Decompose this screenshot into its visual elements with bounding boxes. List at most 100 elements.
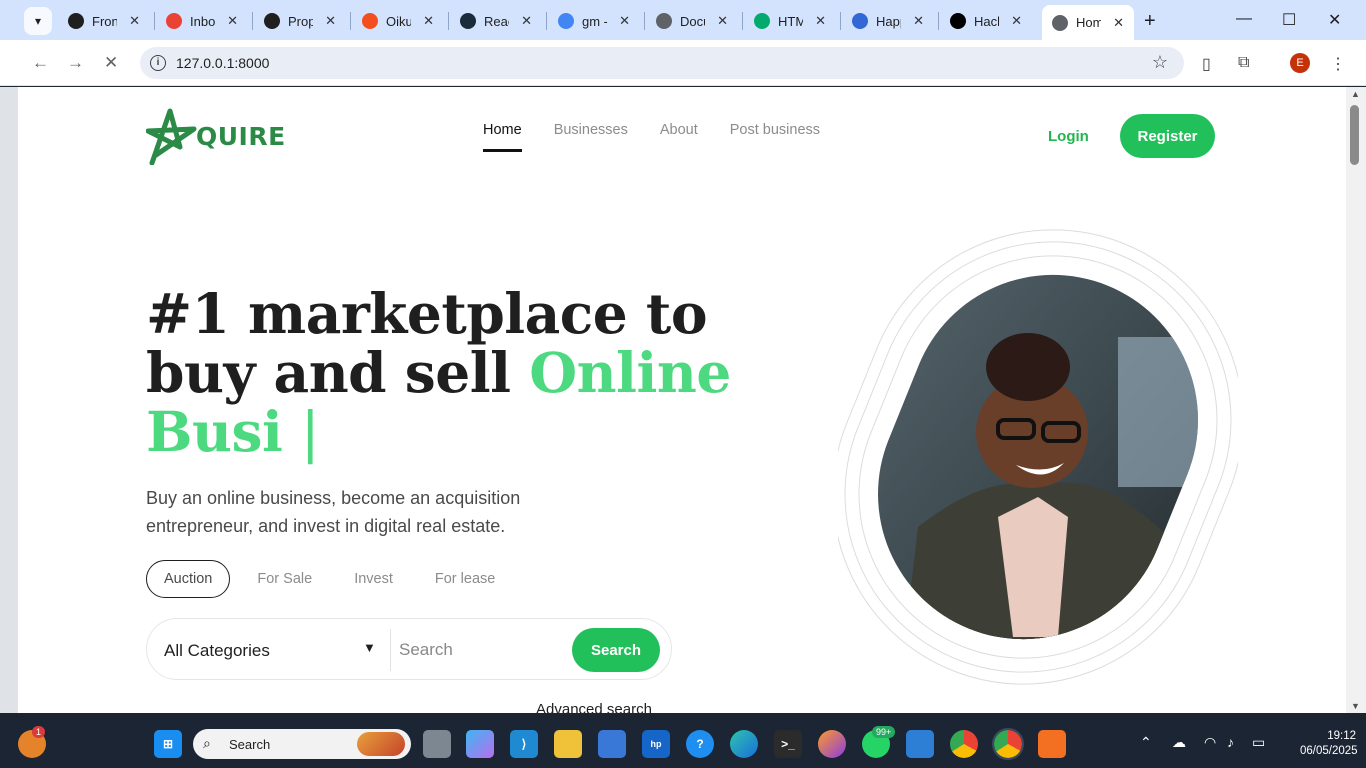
tab-search-button[interactable]: ▾ — [24, 7, 52, 35]
browser-tab[interactable]: Prope ✕ — [254, 8, 346, 34]
chrome-icon[interactable] — [950, 730, 978, 758]
close-tab-icon[interactable]: ✕ — [423, 13, 434, 29]
firefox-icon[interactable] — [818, 730, 846, 758]
nav-home[interactable]: Home — [483, 122, 522, 152]
back-icon[interactable]: ← — [32, 53, 49, 73]
search-bar: All Categories ▼ Search — [146, 618, 672, 680]
copilot-icon[interactable] — [466, 730, 494, 758]
browser-tab[interactable]: React ✕ — [450, 8, 542, 34]
close-window-icon[interactable]: ✕ — [1328, 10, 1341, 30]
browser-tab[interactable]: Front ✕ — [58, 8, 150, 34]
edge-icon[interactable] — [730, 730, 758, 758]
close-tab-icon[interactable]: ✕ — [1113, 15, 1124, 31]
system-clock[interactable]: 19:12 06/05/2025 — [1300, 729, 1358, 759]
browser-tab[interactable]: Happ ✕ — [842, 8, 934, 34]
tab-for-lease[interactable]: For lease — [418, 560, 512, 598]
onedrive-icon[interactable]: ☁ — [1172, 734, 1186, 751]
scroll-up-icon[interactable]: ▲ — [1351, 89, 1360, 99]
typing-caret: | — [301, 400, 320, 464]
terminal-icon[interactable]: >_ — [774, 730, 802, 758]
chevron-up-icon[interactable]: ⌃ — [1140, 734, 1152, 751]
help-icon[interactable]: ? — [686, 730, 714, 758]
vscode-icon[interactable]: ⟩ — [510, 730, 538, 758]
new-tab-button[interactable]: + — [1144, 10, 1156, 33]
nav-about[interactable]: About — [660, 122, 698, 138]
chat-icon — [852, 13, 868, 29]
xampp-icon[interactable] — [1038, 730, 1066, 758]
tab-title: Hom — [1076, 15, 1102, 30]
minimize-icon[interactable]: — — [1236, 10, 1252, 28]
close-tab-icon[interactable]: ✕ — [129, 13, 140, 29]
close-tab-icon[interactable]: ✕ — [619, 13, 630, 29]
w3-icon — [754, 13, 770, 29]
github-icon — [264, 13, 280, 29]
browser-tab[interactable]: Hack ✕ — [940, 8, 1032, 34]
register-button[interactable]: Register — [1120, 114, 1215, 158]
search-button[interactable]: Search — [572, 628, 660, 672]
chrome-active-icon[interactable] — [992, 728, 1024, 760]
nav-businesses[interactable]: Businesses — [554, 122, 628, 138]
browser-tab[interactable]: HTM ✕ — [744, 8, 836, 34]
url-text[interactable]: 127.0.0.1:8000 — [176, 55, 269, 71]
profile-avatar[interactable]: E — [1290, 53, 1310, 73]
hero-headline: #1 marketplace to buy and sell Online Bu… — [146, 284, 766, 462]
close-tab-icon[interactable]: ✕ — [1011, 13, 1022, 29]
file-explorer-icon[interactable] — [554, 730, 582, 758]
site-logo[interactable]: QUIRE — [146, 107, 286, 165]
advanced-search-link[interactable]: Advanced search — [536, 701, 652, 713]
stop-loading-icon[interactable]: ✕ — [104, 53, 118, 73]
browser-tab[interactable]: Hom ✕ — [1042, 5, 1134, 40]
start-icon[interactable]: ⊞ — [154, 730, 182, 758]
chevron-down-icon[interactable]: ▼ — [363, 640, 376, 655]
search-icon: ⌕ — [203, 735, 211, 751]
category-select[interactable]: All Categories — [164, 641, 270, 661]
browser-tab[interactable]: Inbox ✕ — [156, 8, 248, 34]
tab-title: React — [484, 13, 509, 29]
close-tab-icon[interactable]: ✕ — [717, 13, 728, 29]
star-logo-icon — [146, 108, 197, 165]
task-view-icon[interactable] — [423, 730, 451, 758]
hero-image — [838, 229, 1238, 685]
taskbar-search[interactable]: ⌕ Search — [193, 729, 411, 759]
close-tab-icon[interactable]: ✕ — [815, 13, 826, 29]
tab-separator — [546, 12, 547, 30]
search-input[interactable] — [399, 633, 569, 667]
tab-separator — [742, 12, 743, 30]
browser-tab[interactable]: gm - ✕ — [548, 8, 640, 34]
tab-auction[interactable]: Auction — [146, 560, 231, 598]
forward-icon[interactable]: → — [67, 53, 84, 73]
reading-mode-icon[interactable]: ▯ — [1202, 54, 1211, 74]
login-link[interactable]: Login — [1048, 128, 1089, 145]
logo-text: QUIRE — [196, 121, 286, 151]
maximize-icon[interactable]: ☐ — [1282, 10, 1296, 30]
tab-separator — [938, 12, 939, 30]
scrollbar-thumb[interactable] — [1350, 105, 1359, 165]
page-scrollbar[interactable]: ▲ ▼ — [1346, 87, 1366, 713]
close-tab-icon[interactable]: ✕ — [913, 13, 924, 29]
menu-kebab-icon[interactable]: ⋮ — [1330, 54, 1346, 74]
site-info-icon[interactable]: i — [150, 55, 166, 71]
tab-for-sale[interactable]: For Sale — [240, 560, 329, 598]
battery-icon[interactable]: ▭ — [1252, 734, 1265, 751]
close-tab-icon[interactable]: ✕ — [325, 13, 336, 29]
scroll-down-icon[interactable]: ▼ — [1351, 701, 1360, 711]
extensions-icon[interactable]: ⧉ — [1238, 54, 1249, 72]
close-tab-icon[interactable]: ✕ — [227, 13, 238, 29]
tab-invest[interactable]: Invest — [337, 560, 410, 598]
browser-tab[interactable]: Docu ✕ — [646, 8, 738, 34]
close-tab-icon[interactable]: ✕ — [521, 13, 532, 29]
nav-post-business[interactable]: Post business — [730, 122, 820, 138]
wifi-icon[interactable]: ◠ — [1204, 734, 1216, 751]
notepad-icon[interactable] — [906, 730, 934, 758]
address-bar[interactable]: i 127.0.0.1:8000 ☆ — [140, 47, 1184, 79]
store-icon[interactable] — [598, 730, 626, 758]
browser-tab[interactable]: Oikun ✕ — [352, 8, 444, 34]
volume-icon[interactable]: ♪ — [1227, 734, 1234, 750]
tab-separator — [252, 12, 253, 30]
tab-separator — [840, 12, 841, 30]
myhp-icon[interactable]: hp — [642, 730, 670, 758]
bookmark-star-icon[interactable]: ☆ — [1152, 52, 1168, 73]
tab-title: Happ — [876, 13, 901, 29]
tab-title: Inbox — [190, 13, 216, 29]
tab-separator — [644, 12, 645, 30]
